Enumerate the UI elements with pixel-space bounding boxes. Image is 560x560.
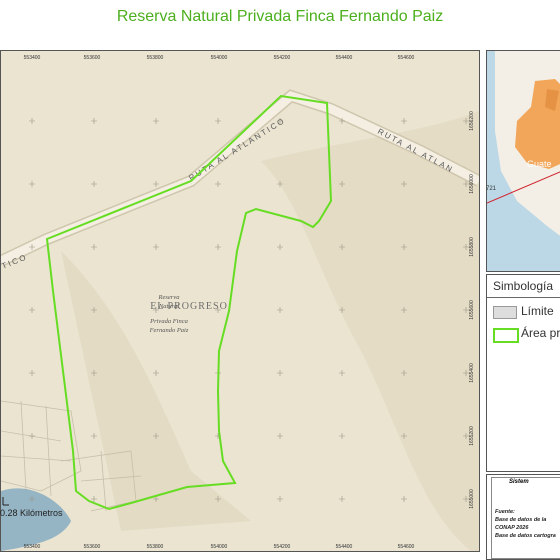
source-info-line: CONAP 2026 xyxy=(495,525,529,531)
legend-title: Simbología xyxy=(493,279,554,293)
reserve-label-line: Natural xyxy=(158,303,179,310)
y-tick-label: 1655800 xyxy=(469,237,475,257)
source-info-box: Sistem Fuente: Base de datos de la CONAP… xyxy=(486,474,560,560)
legend-swatch-area xyxy=(493,328,519,343)
legend-label: Área pr xyxy=(521,326,560,340)
legend-divider xyxy=(487,297,560,298)
reserve-label-line: Fernando Paiz xyxy=(149,327,189,334)
map-layout: Reserva Natural Privada Finca Fernando P… xyxy=(0,0,560,560)
y-tick-label: 1655400 xyxy=(469,363,475,383)
y-tick-label: 1655200 xyxy=(469,426,475,446)
x-tick-label: 554200 xyxy=(274,544,291,550)
source-info-line: Fuente: xyxy=(495,509,515,515)
y-tick-label: 1656000 xyxy=(469,174,475,194)
source-info-line: Base de datos cartogra xyxy=(495,533,556,539)
reserve-label-line: Reserva xyxy=(158,294,180,301)
x-tick-label: 554000 xyxy=(211,544,228,550)
inset-canvas: Guate 721 xyxy=(487,51,560,271)
location-inset-map[interactable]: Guate 721 xyxy=(486,50,560,272)
x-tick-label: 553800 xyxy=(147,55,164,61)
x-tick-label: 553600 xyxy=(84,544,101,550)
x-tick-label: 553400 xyxy=(24,55,41,61)
source-info-heading: Sistem xyxy=(509,479,529,485)
inset-label: Guate xyxy=(527,159,552,169)
x-tick-label: 554600 xyxy=(398,55,415,61)
legend: Simbología Límite Área pr xyxy=(486,274,560,472)
x-tick-label: 554400 xyxy=(336,55,353,61)
source-info-line: Base de datos de la xyxy=(495,517,547,523)
x-tick-label: 553400 xyxy=(24,544,41,550)
main-map[interactable]: RUTA AL ATLANTICO RUTA AL ATLAN TICO EL … xyxy=(0,50,480,552)
x-tick-label: 554000 xyxy=(211,55,228,61)
legend-swatch-boundary xyxy=(493,306,517,319)
y-tick-label: 1656200 xyxy=(469,111,475,131)
y-tick-label: 1655600 xyxy=(469,300,475,320)
main-map-canvas: RUTA AL ATLANTICO RUTA AL ATLAN TICO EL … xyxy=(1,51,479,551)
map-title: Reserva Natural Privada Finca Fernando P… xyxy=(116,8,444,25)
x-tick-label: 554200 xyxy=(274,55,291,61)
x-tick-label: 554400 xyxy=(336,544,353,550)
y-tick-label: 1655000 xyxy=(469,489,475,509)
x-tick-label: 554600 xyxy=(398,544,415,550)
scale-label: 0.28 Kilómetros xyxy=(0,508,63,518)
reserve-label-line: Privada Finca xyxy=(149,318,188,325)
legend-label: Límite xyxy=(521,304,554,318)
x-tick-label: 553600 xyxy=(84,55,101,61)
x-tick-label: 553800 xyxy=(147,544,164,550)
inset-road-number: 721 xyxy=(487,186,497,192)
